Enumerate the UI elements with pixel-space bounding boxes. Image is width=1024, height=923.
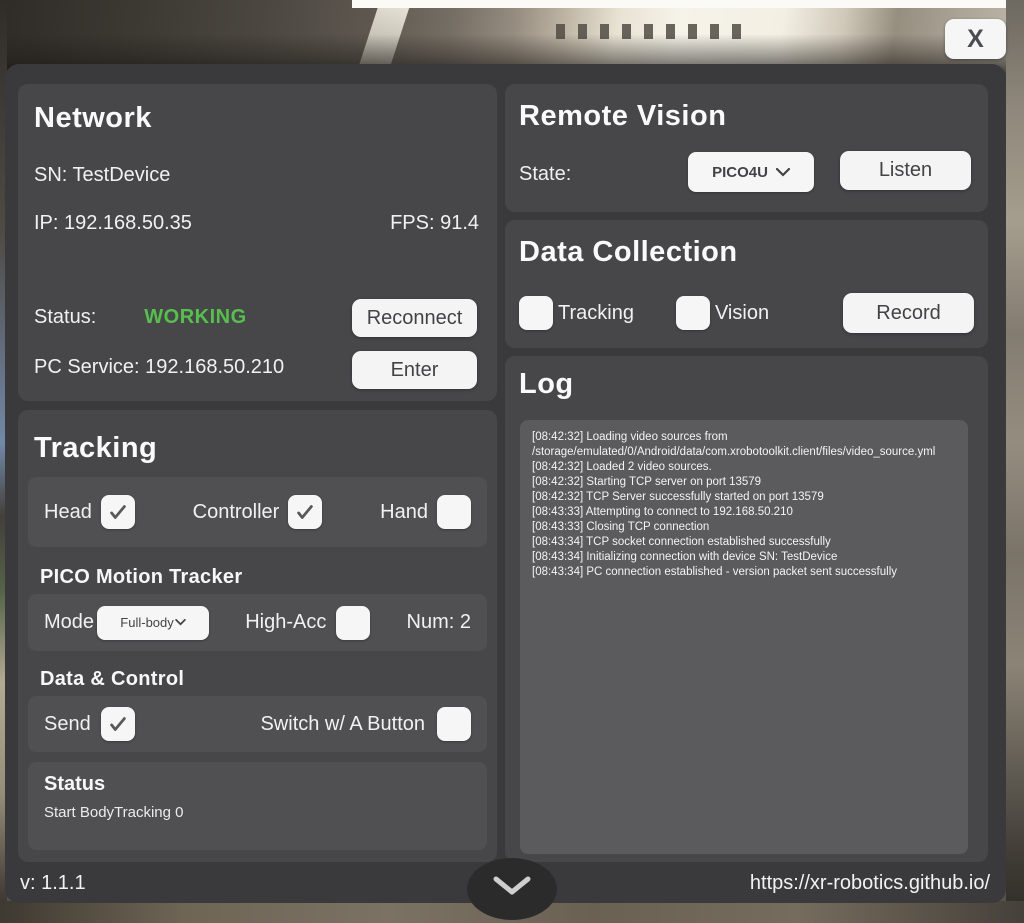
- collect-vision-checkbox[interactable]: [676, 296, 710, 330]
- send-checkbox[interactable]: [101, 707, 135, 741]
- log-entry: [08:43:34] TCP socket connection establi…: [532, 535, 956, 550]
- log-panel: Log [08:42:32] Loading video sources fro…: [505, 356, 988, 862]
- num-text: Num: 2: [407, 611, 471, 634]
- mode-label: Mode: [44, 611, 94, 634]
- serial-number-text: SN: TestDevice: [34, 164, 170, 187]
- record-button[interactable]: Record: [843, 293, 974, 333]
- log-entry: [08:42:32] Loading video sources from /s…: [532, 430, 956, 460]
- mode-dropdown[interactable]: Full-body: [97, 606, 209, 640]
- reconnect-button-label: Reconnect: [367, 307, 463, 330]
- status-value: WORKING: [144, 306, 246, 329]
- tracking-status-box: Status Start BodyTracking 0: [28, 762, 487, 850]
- enter-button-label: Enter: [391, 359, 439, 382]
- pico-tracker-row: Mode Full-body High-Acc Num: 2: [28, 594, 487, 651]
- listen-button-label: Listen: [879, 159, 932, 182]
- top-light-strip: [352, 0, 1024, 8]
- tracking-panel: Tracking Head Controller Hand: [18, 410, 497, 862]
- check-icon: [107, 713, 129, 735]
- log-entry: [08:43:34] PC connection established - v…: [532, 565, 956, 580]
- chevron-down-icon: [490, 875, 534, 897]
- remote-vision-title: Remote Vision: [519, 100, 726, 133]
- high-acc-checkbox[interactable]: [336, 606, 370, 640]
- state-label: State:: [519, 163, 571, 186]
- fps-text: FPS: 91.4: [390, 212, 479, 235]
- check-icon: [294, 501, 316, 523]
- pico-motion-tracker-title: PICO Motion Tracker: [40, 566, 242, 589]
- remote-vision-panel: Remote Vision State: PICO4U Listen: [505, 84, 988, 212]
- hand-label: Hand: [380, 501, 428, 524]
- log-entry: [08:43:34] Initializing connection with …: [532, 550, 956, 565]
- send-label: Send: [44, 713, 91, 736]
- log-title: Log: [519, 368, 574, 401]
- high-acc-label: High-Acc: [245, 611, 326, 634]
- controller-label: Controller: [193, 501, 280, 524]
- network-panel: Network SN: TestDevice IP: 192.168.50.35…: [18, 84, 497, 401]
- log-entry: [08:42:32] Loaded 2 video sources.: [532, 460, 956, 475]
- status-label: Status:: [34, 306, 96, 329]
- controller-checkbox[interactable]: [288, 495, 322, 529]
- listen-button[interactable]: Listen: [840, 151, 971, 190]
- tracking-status-title: Status: [44, 773, 105, 796]
- log-entry: [08:43:33] Attempting to connect to 192.…: [532, 505, 956, 520]
- collect-tracking-label: Tracking: [558, 302, 634, 325]
- chevron-down-icon: [776, 168, 790, 177]
- log-scroll-view[interactable]: [08:42:32] Loading video sources from /s…: [520, 420, 968, 854]
- xr-client-screen: X Network SN: TestDevice IP: 192.168.50.…: [0, 0, 1024, 923]
- passthrough-right-edge: [1006, 0, 1024, 923]
- network-title: Network: [34, 102, 152, 135]
- collect-vision-label: Vision: [715, 302, 769, 325]
- close-button[interactable]: X: [945, 19, 1006, 59]
- tracking-sources-row: Head Controller Hand: [28, 477, 487, 547]
- data-collection-title: Data Collection: [519, 236, 738, 269]
- state-dropdown[interactable]: PICO4U: [688, 152, 814, 192]
- reconnect-button[interactable]: Reconnect: [352, 299, 477, 337]
- data-control-title: Data & Control: [40, 668, 184, 691]
- main-panel: Network SN: TestDevice IP: 192.168.50.35…: [5, 64, 1006, 903]
- log-entry: [08:43:33] Closing TCP connection: [532, 520, 956, 535]
- switch-a-button-checkbox[interactable]: [437, 707, 471, 741]
- data-collection-panel: Data Collection Tracking Vision Record: [505, 220, 988, 348]
- collapse-panel-button[interactable]: [467, 858, 557, 920]
- chevron-down-icon: [175, 619, 186, 626]
- ip-text: IP: 192.168.50.35: [34, 212, 192, 235]
- check-icon: [107, 501, 129, 523]
- record-button-label: Record: [876, 302, 940, 325]
- pc-service-text: PC Service: 192.168.50.210: [34, 356, 284, 379]
- data-control-row: Send Switch w/ A Button: [28, 696, 487, 752]
- tracking-title: Tracking: [34, 432, 157, 465]
- enter-button[interactable]: Enter: [352, 351, 477, 389]
- collect-tracking-checkbox[interactable]: [519, 296, 553, 330]
- log-entry: [08:42:32] Starting TCP server on port 1…: [532, 475, 956, 490]
- hand-checkbox[interactable]: [437, 495, 471, 529]
- log-entry: [08:42:32] TCP Server successfully start…: [532, 490, 956, 505]
- state-dropdown-value: PICO4U: [712, 164, 768, 181]
- version-text: v: 1.1.1: [20, 872, 86, 895]
- head-label: Head: [44, 501, 92, 524]
- mode-dropdown-value: Full-body: [120, 615, 173, 630]
- switch-a-button-label: Switch w/ A Button: [260, 713, 425, 736]
- tracking-status-text: Start BodyTracking 0: [44, 804, 184, 821]
- head-checkbox[interactable]: [101, 495, 135, 529]
- footer-url: https://xr-robotics.github.io/: [750, 872, 990, 895]
- close-icon: X: [967, 25, 984, 54]
